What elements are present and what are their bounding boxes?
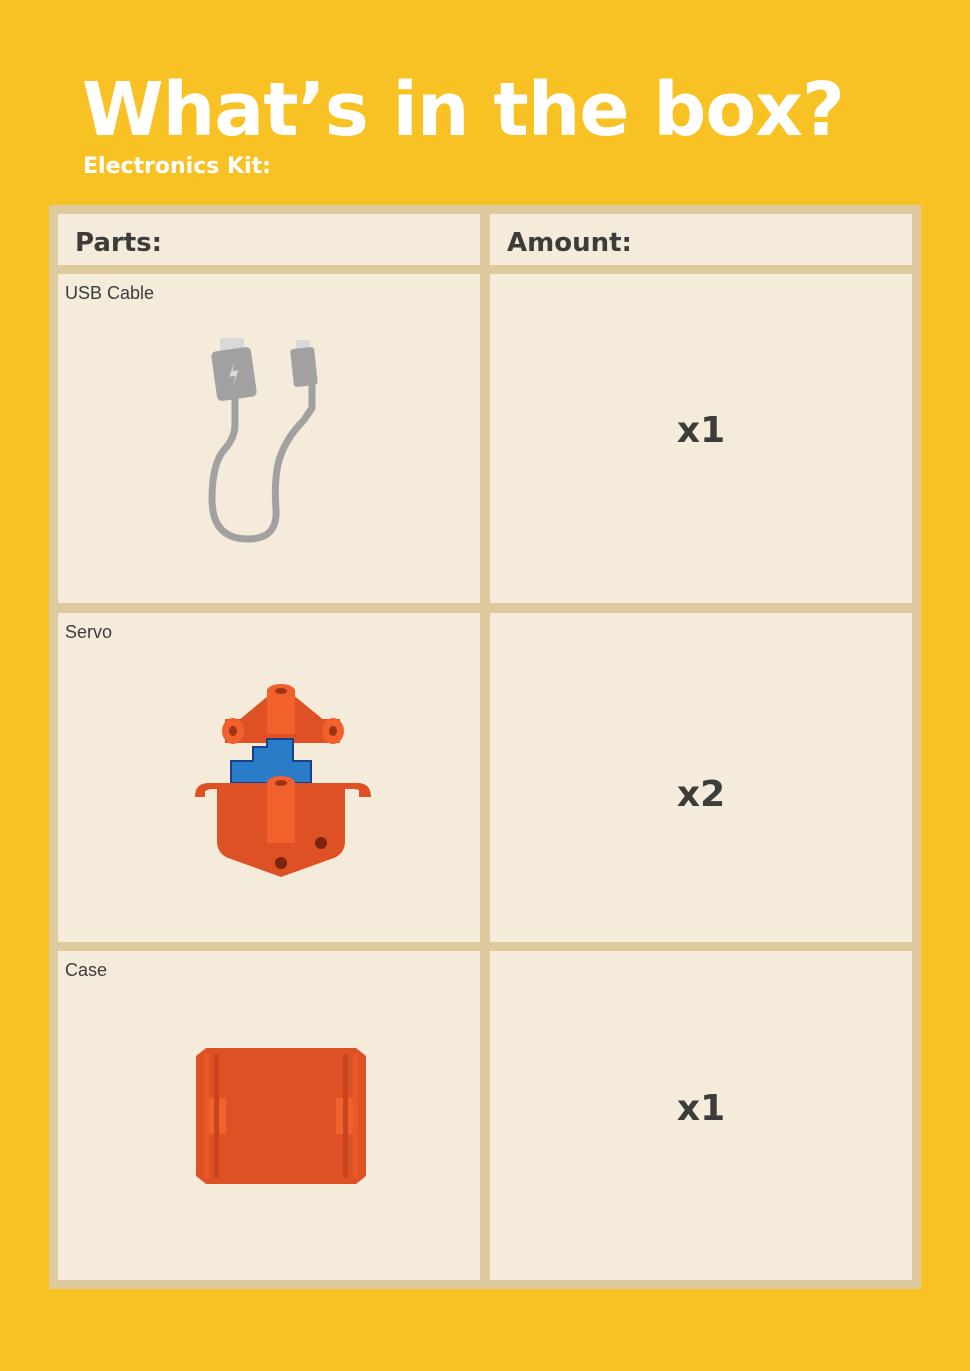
- parts-table: Parts: Amount: USB Cable x1 Servo x2 Cas…: [49, 205, 921, 1289]
- table-row-amount-cell: x2: [490, 613, 912, 942]
- servo-icon: [195, 684, 371, 877]
- column-header-parts: Parts:: [75, 228, 163, 258]
- page-title: What’s in the box?: [82, 67, 845, 153]
- part-label: USB Cable: [65, 283, 155, 303]
- usb-cable-icon: [208, 338, 318, 543]
- table-row-amount-cell: x1: [490, 951, 912, 1280]
- table-row-part-cell: Servo: [58, 613, 480, 942]
- part-label: Servo: [65, 622, 113, 642]
- page-subtitle: Electronics Kit:: [83, 154, 271, 179]
- amount-value: x1: [676, 410, 726, 451]
- header-cell-parts: Parts:: [58, 214, 480, 265]
- table-row-part-cell: Case: [58, 951, 480, 1280]
- part-label: Case: [65, 960, 108, 980]
- table-row-amount-cell: x1: [490, 274, 912, 603]
- column-header-amount: Amount:: [507, 228, 632, 258]
- header-cell-amount: Amount:: [490, 214, 912, 265]
- case-icon: [196, 1048, 366, 1184]
- table-row-part-cell: USB Cable: [58, 274, 480, 603]
- amount-value: x2: [676, 774, 726, 815]
- amount-value: x1: [676, 1088, 726, 1129]
